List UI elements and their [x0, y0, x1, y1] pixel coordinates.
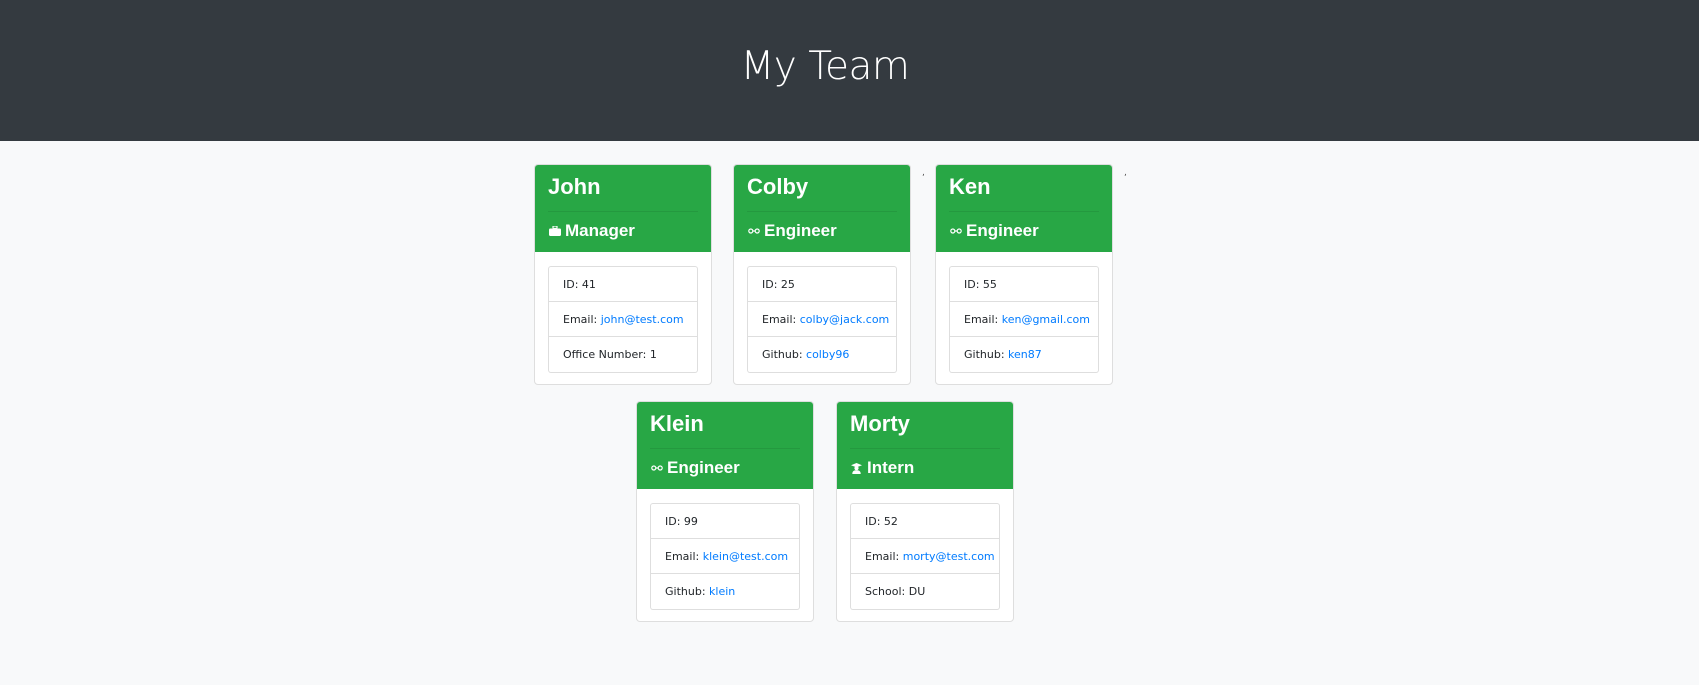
role-label: Manager — [565, 221, 635, 240]
employee-card: Klein Engineer ID: 99 Email: klein@test.… — [636, 401, 814, 622]
card-header: John Manager — [535, 165, 711, 252]
github-row: Github: klein — [651, 574, 799, 609]
briefcase-icon — [548, 225, 561, 238]
employee-card: Colby Engineer ID: 25 Email: colby@jack.… — [733, 164, 911, 385]
id-row: ID: 52 — [851, 504, 999, 539]
role-label: Engineer — [966, 221, 1039, 240]
github-link[interactable]: klein — [709, 585, 735, 598]
page-title: My Team — [740, 44, 910, 89]
github-link[interactable]: colby96 — [806, 348, 849, 361]
github-row: Github: ken87 — [950, 337, 1098, 372]
employee-card: Ken Engineer ID: 55 Email: ken@gmail.com… — [935, 164, 1113, 385]
github-row: Github: colby96 — [748, 337, 896, 372]
card-header: Morty Intern — [837, 402, 1013, 489]
email-row: Email: colby@jack.com — [748, 302, 896, 337]
email-row: Email: klein@test.com — [651, 539, 799, 574]
employee-role: Engineer — [747, 221, 837, 241]
employee-role: Engineer — [650, 458, 740, 478]
divider — [949, 211, 1099, 212]
email-link[interactable]: john@test.com — [601, 313, 684, 326]
employee-name: Klein — [650, 411, 704, 436]
row-label: Email: — [964, 313, 999, 326]
info-list: ID: 52 Email: morty@test.com School: DU — [850, 503, 1000, 610]
stray-comma: , — [922, 168, 925, 178]
office-number-row: Office Number: 1 — [549, 337, 697, 372]
id-value: 41 — [581, 278, 596, 291]
row-label: Email: — [563, 313, 598, 326]
role-label: Intern — [867, 458, 915, 477]
divider — [747, 211, 897, 212]
row-label: Office Number: — [563, 348, 647, 361]
role-label: Engineer — [667, 458, 740, 477]
info-list: ID: 25 Email: colby@jack.com Github: col… — [747, 266, 897, 373]
info-list: ID: 55 Email: ken@gmail.com Github: ken8… — [949, 266, 1099, 373]
page-header: My Team — [0, 0, 1699, 141]
email-link[interactable]: colby@jack.com — [800, 313, 890, 326]
school-row: School: DU — [851, 574, 999, 609]
employee-name: Ken — [949, 174, 991, 199]
row-label: Email: — [762, 313, 797, 326]
email-row: Email: ken@gmail.com — [950, 302, 1098, 337]
id-value: 52 — [883, 515, 898, 528]
email-link[interactable]: ken@gmail.com — [1002, 313, 1090, 326]
divider — [850, 448, 1000, 449]
glasses-icon — [949, 225, 962, 238]
employee-card: John Manager ID: 41 Email: john@test.com… — [534, 164, 712, 385]
row-label: ID: — [665, 515, 681, 528]
email-link[interactable]: morty@test.com — [903, 550, 995, 563]
github-link[interactable]: ken87 — [1008, 348, 1042, 361]
row-label: ID: — [964, 278, 980, 291]
row-label: ID: — [563, 278, 579, 291]
card-header: Colby Engineer — [734, 165, 910, 252]
email-row: Email: john@test.com — [549, 302, 697, 337]
row-label: ID: — [762, 278, 778, 291]
office-number-value: 1 — [649, 348, 657, 361]
id-row: ID: 55 — [950, 267, 1098, 302]
info-list: ID: 41 Email: john@test.com Office Numbe… — [548, 266, 698, 373]
employee-role: Intern — [850, 458, 914, 478]
id-value: 25 — [780, 278, 795, 291]
school-value: DU — [908, 585, 926, 598]
id-value: 55 — [982, 278, 997, 291]
divider — [548, 211, 698, 212]
id-row: ID: 25 — [748, 267, 896, 302]
role-label: Engineer — [764, 221, 837, 240]
row-label: ID: — [865, 515, 881, 528]
employee-role: Manager — [548, 221, 635, 241]
employee-card: Morty Intern ID: 52 Email: morty@test.co… — [836, 401, 1014, 622]
id-row: ID: 99 — [651, 504, 799, 539]
id-row: ID: 41 — [549, 267, 697, 302]
row-label: Email: — [665, 550, 700, 563]
email-row: Email: morty@test.com — [851, 539, 999, 574]
card-header: Ken Engineer — [936, 165, 1112, 252]
email-link[interactable]: klein@test.com — [703, 550, 788, 563]
id-value: 99 — [683, 515, 698, 528]
user-graduate-icon — [850, 462, 863, 475]
employee-name: Morty — [850, 411, 910, 436]
glasses-icon — [747, 225, 760, 238]
employee-name: Colby — [747, 174, 809, 199]
row-label: Github: — [762, 348, 803, 361]
row-label: Email: — [865, 550, 900, 563]
row-label: Github: — [665, 585, 706, 598]
card-header: Klein Engineer — [637, 402, 813, 489]
info-list: ID: 99 Email: klein@test.com Github: kle… — [650, 503, 800, 610]
row-label: School: — [865, 585, 906, 598]
row-label: Github: — [964, 348, 1005, 361]
divider — [650, 448, 800, 449]
stray-comma: , — [1124, 168, 1127, 178]
employee-role: Engineer — [949, 221, 1039, 241]
glasses-icon — [650, 462, 663, 475]
employee-name: John — [548, 174, 601, 199]
